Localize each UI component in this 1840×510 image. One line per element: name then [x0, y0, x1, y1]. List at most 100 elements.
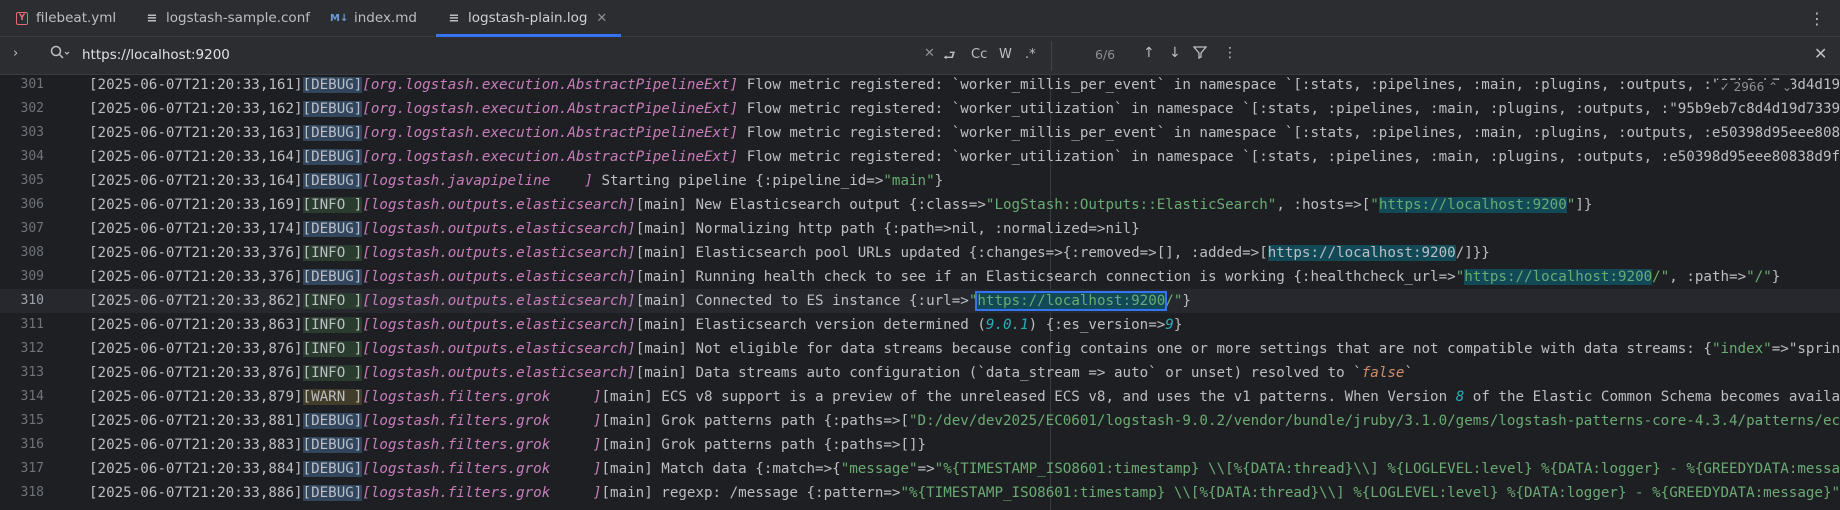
match-counter: 6/6	[1095, 47, 1116, 62]
log-text: [2025-06-07T21:20:33,376][DEBUG][logstas…	[89, 265, 1780, 289]
log-text: [2025-06-07T21:20:33,863][INFO ][logstas…	[89, 313, 1182, 337]
log-message: [main] Normalizing http path {:path=>nil…	[635, 221, 1140, 237]
log-logger: [logstash.outputs.elasticsearch]	[362, 365, 636, 381]
log-text: [2025-06-07T21:20:33,876][INFO ][logstas…	[89, 361, 1413, 385]
log-line[interactable]: 312 [2025-06-07T21:20:33,876][INFO ][logs…	[0, 337, 1840, 361]
log-line[interactable]: 307 [2025-06-07T21:20:33,174][DEBUG][logs…	[0, 217, 1840, 241]
find-more-icon[interactable]: ⋮	[1223, 45, 1237, 61]
log-message: [main] ECS v8 support is a preview of th…	[601, 389, 1840, 405]
expand-replace-icon[interactable]: ›	[13, 46, 18, 61]
regex-toggle[interactable]: .*	[1025, 47, 1036, 62]
words-toggle[interactable]: W	[999, 47, 1012, 62]
line-number: 306	[20, 197, 44, 212]
log-text: [2025-06-07T21:20:33,376][INFO ][logstas…	[89, 241, 1490, 265]
line-number: 317	[20, 461, 44, 476]
log-timestamp: [2025-06-07T21:20:33,862]	[89, 293, 303, 309]
log-line[interactable]: 305 [2025-06-07T21:20:33,164][DEBUG][logs…	[0, 169, 1840, 193]
line-number: 307	[20, 221, 44, 236]
more-options-icon[interactable]: ⋮	[1809, 9, 1826, 28]
tab-index-md[interactable]: M↓ index.md	[330, 0, 417, 36]
log-message: [main] Data streams auto configuration (…	[635, 365, 1413, 381]
text-file-icon: ≡	[146, 10, 158, 26]
log-text: [2025-06-07T21:20:33,879][WARN ][logstas…	[89, 385, 1840, 409]
log-line[interactable]: 302 [2025-06-07T21:20:33,162][DEBUG][org.…	[0, 97, 1840, 121]
log-logger: [logstash.outputs.elasticsearch]	[362, 341, 636, 357]
log-message: [main] Grok patterns path {:paths=>[	[601, 413, 910, 429]
log-timestamp: [2025-06-07T21:20:33,883]	[89, 437, 303, 453]
log-level: [DEBUG]	[302, 413, 363, 429]
match-case-toggle[interactable]: Cc	[971, 47, 987, 62]
log-line[interactable]: 314 [2025-06-07T21:20:33,879][WARN ][logs…	[0, 385, 1840, 409]
log-text: [2025-06-07T21:20:33,164][DEBUG][logstas…	[89, 169, 943, 193]
previous-occurrence-icon[interactable]: ↑	[1143, 45, 1155, 61]
log-timestamp: [2025-06-07T21:20:33,884]	[89, 461, 303, 477]
filter-icon[interactable]	[1192, 45, 1208, 63]
prev-highlight-icon[interactable]: ⌃	[1768, 80, 1778, 94]
log-level: [DEBUG]	[302, 149, 363, 165]
log-message-tail: "95b9eb7c8d4d19d7339d7e4b476f7f3d	[1669, 101, 1840, 117]
log-level: [DEBUG]	[302, 437, 363, 453]
log-logger: [logstash.outputs.elasticsearch]	[362, 197, 636, 213]
log-line[interactable]: 306 [2025-06-07T21:20:33,169][INFO ][logs…	[0, 193, 1840, 217]
log-timestamp: [2025-06-07T21:20:33,886]	[89, 485, 303, 501]
log-logger: [logstash.filters.grok ]	[362, 389, 602, 405]
log-logger: [logstash.outputs.elasticsearch]	[362, 221, 636, 237]
log-line[interactable]: 309 [2025-06-07T21:20:33,376][DEBUG][logs…	[0, 265, 1840, 289]
log-logger: [logstash.outputs.elasticsearch]	[362, 245, 636, 261]
line-number: 314	[20, 389, 44, 404]
text-file-icon: ≡	[448, 10, 460, 26]
yaml-icon: Y	[16, 11, 28, 25]
line-number: 310	[20, 293, 44, 308]
log-timestamp: [2025-06-07T21:20:33,161]	[89, 77, 303, 93]
log-level: [INFO ]	[302, 317, 363, 333]
log-line[interactable]: 304 [2025-06-07T21:20:33,164][DEBUG][org.…	[0, 145, 1840, 169]
log-logger: [logstash.javapipeline ]	[362, 173, 593, 189]
next-occurrence-icon[interactable]: ↓	[1169, 45, 1181, 61]
log-timestamp: [2025-06-07T21:20:33,164]	[89, 149, 303, 165]
search-input[interactable]: https://localhost:9200	[82, 47, 230, 63]
log-message: [main] Connected to ES instance {:url=>	[635, 293, 969, 309]
log-line[interactable]: 301 [2025-06-07T21:20:33,161][DEBUG][org.…	[0, 75, 1840, 97]
log-line[interactable]: 308 [2025-06-07T21:20:33,376][INFO ][logs…	[0, 241, 1840, 265]
log-timestamp: [2025-06-07T21:20:33,881]	[89, 413, 303, 429]
log-line[interactable]: 316 [2025-06-07T21:20:33,883][DEBUG][logs…	[0, 433, 1840, 457]
log-text: [2025-06-07T21:20:33,164][DEBUG][org.log…	[89, 145, 1840, 169]
close-find-icon[interactable]: ✕	[1814, 44, 1827, 63]
log-line[interactable]: 313 [2025-06-07T21:20:33,876][INFO ][logs…	[0, 361, 1840, 385]
log-text: [2025-06-07T21:20:33,883][DEBUG][logstas…	[89, 433, 926, 457]
log-line[interactable]: 311 [2025-06-07T21:20:33,863][INFO ][logs…	[0, 313, 1840, 337]
line-number: 304	[20, 149, 44, 164]
log-text: [2025-06-07T21:20:33,884][DEBUG][logstas…	[89, 457, 1840, 481]
log-logger: [logstash.filters.grok ]	[362, 437, 602, 453]
log-timestamp: [2025-06-07T21:20:33,376]	[89, 269, 303, 285]
clear-search-icon[interactable]: ✕	[924, 46, 935, 61]
tab-filebeat-yml[interactable]: Y filebeat.yml	[16, 0, 116, 36]
log-line[interactable]: 310 [2025-06-07T21:20:33,862][INFO ][logs…	[0, 289, 1840, 313]
new-line-icon[interactable]: ⮐	[943, 45, 956, 69]
log-line[interactable]: 318 [2025-06-07T21:20:33,886][DEBUG][logs…	[0, 481, 1840, 505]
log-line[interactable]: 317 [2025-06-07T21:20:33,884][DEBUG][logs…	[0, 457, 1840, 481]
log-text: [2025-06-07T21:20:33,161][DEBUG][org.log…	[89, 75, 1840, 97]
tab-logstash-sample-conf[interactable]: ≡ logstash-sample.conf	[146, 0, 310, 36]
line-number: 308	[20, 245, 44, 260]
log-logger: [org.logstash.execution.AbstractPipeline…	[362, 149, 739, 165]
log-logger: [logstash.outputs.elasticsearch]	[362, 269, 636, 285]
log-text: [2025-06-07T21:20:33,881][DEBUG][logstas…	[89, 409, 1840, 433]
log-line[interactable]: 303 [2025-06-07T21:20:33,163][DEBUG][org.…	[0, 121, 1840, 145]
line-number: 302	[20, 101, 44, 116]
log-line[interactable]: 315 [2025-06-07T21:20:33,881][DEBUG][logs…	[0, 409, 1840, 433]
close-tab-icon[interactable]: ✕	[596, 11, 607, 26]
log-timestamp: [2025-06-07T21:20:33,376]	[89, 245, 303, 261]
log-message: [main] regexp: /message {:pattern=>	[601, 485, 901, 501]
log-logger: [org.logstash.execution.AbstractPipeline…	[362, 101, 739, 117]
log-text: [2025-06-07T21:20:33,876][INFO ][logstas…	[89, 337, 1840, 361]
next-highlight-icon[interactable]: ⌄	[1782, 80, 1792, 94]
tab-logstash-plain-log[interactable]: ≡ logstash-plain.log ✕	[435, 0, 622, 37]
inspection-widget[interactable]: ✓ 2966 ⌃ ⌄	[1715, 80, 1792, 94]
search-history-icon[interactable]	[50, 45, 70, 65]
log-logger: [logstash.filters.grok ]	[362, 485, 602, 501]
log-editor[interactable]: 301 [2025-06-07T21:20:33,161][DEBUG][org.…	[0, 75, 1840, 510]
log-message-tail: "message"=>"%{TIMESTAMP_ISO8601:timestam…	[840, 461, 1840, 477]
log-level: [DEBUG]	[302, 461, 363, 477]
log-level: [DEBUG]	[302, 101, 363, 117]
